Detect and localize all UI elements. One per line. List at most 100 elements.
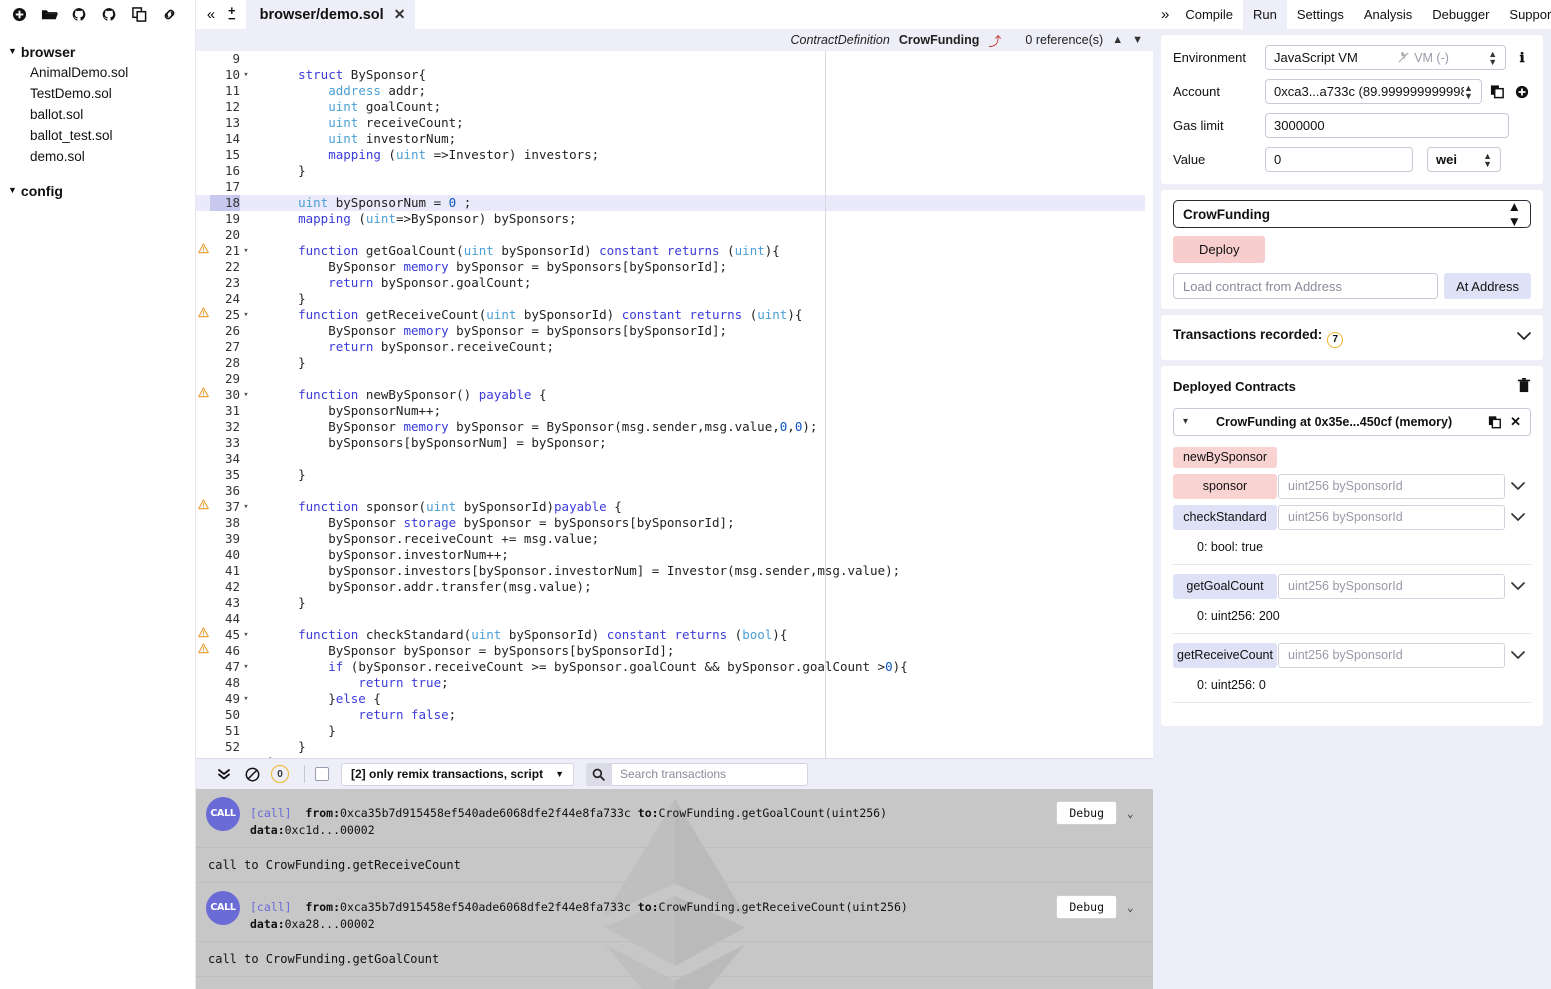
close-instance-icon[interactable]: ✕ bbox=[1510, 414, 1521, 430]
expand-params-icon[interactable] bbox=[1505, 574, 1531, 599]
function-input-checkStandard[interactable]: uint256 bySponsorId bbox=[1278, 504, 1505, 530]
tab-settings[interactable]: Settings bbox=[1287, 0, 1354, 29]
code-line[interactable]: 27 return bySponsor.receiveCount; bbox=[196, 339, 1153, 355]
function-button-getReceiveCount[interactable]: getReceiveCount bbox=[1173, 642, 1277, 668]
fold-toggle-icon[interactable]: ▾ bbox=[240, 243, 252, 259]
code-line[interactable]: 19 mapping (uint=>BySponsor) bySponsors; bbox=[196, 211, 1153, 227]
share-link-icon[interactable] bbox=[156, 4, 182, 24]
terminal-clear-icon[interactable] bbox=[238, 762, 266, 786]
debug-button[interactable]: Debug bbox=[1056, 895, 1117, 919]
code-line[interactable]: 12 uint goalCount; bbox=[196, 99, 1153, 115]
tree-folder-browser[interactable]: ▼ browser bbox=[8, 42, 195, 62]
code-line[interactable]: 25 ▾ function getReceiveCount(uint bySpon… bbox=[196, 307, 1153, 323]
tree-file-demo.sol[interactable]: demo.sol bbox=[8, 146, 195, 167]
contract-select[interactable]: CrowFunding ▲ ▼ bbox=[1173, 199, 1531, 229]
tree-file-AnimalDemo.sol[interactable]: AnimalDemo.sol bbox=[8, 62, 195, 83]
code-line[interactable]: 17 bbox=[196, 179, 1153, 195]
terminal-search[interactable]: Search transactions bbox=[585, 762, 808, 786]
code-editor[interactable]: 9 10 ▾ struct BySponsor{11 address addr; 1… bbox=[196, 51, 1153, 759]
copy-files-icon[interactable] bbox=[126, 4, 152, 24]
code-line[interactable]: 26 BySponsor memory bySponsor = bySponso… bbox=[196, 323, 1153, 339]
stepper-icon[interactable]: ▲ ▼ bbox=[1483, 151, 1492, 168]
expand-params-icon[interactable] bbox=[1505, 474, 1531, 499]
github-gist-icon[interactable] bbox=[96, 4, 122, 24]
tab-compile[interactable]: Compile bbox=[1175, 0, 1243, 29]
terminal-collapse-icon[interactable] bbox=[210, 762, 238, 786]
copy-instance-address-icon[interactable] bbox=[1488, 415, 1502, 429]
terminal-call-entry[interactable]: CALL [call] from:0xca35b7d915458ef540ade6… bbox=[196, 789, 1153, 848]
tab-analysis[interactable]: Analysis bbox=[1354, 0, 1422, 29]
account-select[interactable]: 0xca3...a733c (89.999999999998168… ▲▼ bbox=[1265, 79, 1482, 104]
copy-account-icon[interactable] bbox=[1489, 82, 1507, 102]
stepper-icon[interactable]: ▲ ▼ bbox=[1464, 83, 1473, 100]
terminal-call-entry[interactable]: CALL [call] from:0xca35b7d915458ef540ade6… bbox=[196, 883, 1153, 942]
function-button-checkStandard[interactable]: checkStandard bbox=[1173, 504, 1277, 530]
create-account-icon[interactable] bbox=[1513, 82, 1531, 102]
code-line[interactable]: 47 ▾ if (bySponsor.receiveCount >= bySpon… bbox=[196, 659, 1153, 675]
code-line[interactable]: 28 } bbox=[196, 355, 1153, 371]
more-tabs-icon[interactable]: » bbox=[1153, 0, 1175, 29]
stepper-icon[interactable]: ▲ ▼ bbox=[1508, 199, 1521, 229]
environment-info-icon[interactable]: ℹ bbox=[1513, 48, 1531, 68]
code-line[interactable]: 53} bbox=[196, 755, 1153, 758]
at-address-button[interactable]: At Address bbox=[1444, 273, 1531, 299]
code-line[interactable]: 40 bySponsor.investorNum++; bbox=[196, 547, 1153, 563]
code-line[interactable]: 35 } bbox=[196, 467, 1153, 483]
code-line[interactable]: 51 } bbox=[196, 723, 1153, 739]
collapse-panel-icon[interactable]: « bbox=[202, 6, 220, 23]
code-line[interactable]: 16 } bbox=[196, 163, 1153, 179]
tree-file-TestDemo.sol[interactable]: TestDemo.sol bbox=[8, 83, 195, 104]
code-line[interactable]: 33 bySponsors[bySponsorNum] = bySponsor; bbox=[196, 435, 1153, 451]
code-line[interactable]: 50 return false; bbox=[196, 707, 1153, 723]
code-line[interactable]: 20 bbox=[196, 227, 1153, 243]
function-input-getReceiveCount[interactable]: uint256 bySponsorId bbox=[1278, 642, 1505, 668]
function-button-sponsor[interactable]: sponsor bbox=[1173, 473, 1277, 499]
code-line[interactable]: 36 bbox=[196, 483, 1153, 499]
expand-transactions-icon[interactable] bbox=[1517, 330, 1531, 344]
tab-support[interactable]: Support bbox=[1499, 0, 1551, 29]
load-address-input[interactable]: Load contract from Address bbox=[1173, 273, 1439, 299]
environment-select[interactable]: JavaScript VM VM (-) ▲ ▼ bbox=[1265, 45, 1507, 70]
gas-limit-input[interactable]: 3000000 bbox=[1265, 113, 1509, 138]
search-input[interactable]: Search transactions bbox=[611, 762, 808, 786]
code-line[interactable]: 39 bySponsor.receiveCount += msg.value; bbox=[196, 531, 1153, 547]
github-publish-icon[interactable] bbox=[66, 4, 92, 24]
expand-log-icon[interactable]: ⌄ bbox=[1127, 901, 1141, 914]
fold-toggle-icon[interactable]: ▾ bbox=[240, 627, 252, 643]
code-line[interactable]: 29 bbox=[196, 371, 1153, 387]
code-line[interactable]: 21 ▾ function getGoalCount(uint bySponsor… bbox=[196, 243, 1153, 259]
function-button-newBySponsor[interactable]: newBySponsor bbox=[1173, 446, 1277, 468]
editor-scrollbar[interactable] bbox=[1145, 51, 1153, 758]
expand-params-icon[interactable] bbox=[1505, 643, 1531, 668]
code-line[interactable]: 43 } bbox=[196, 595, 1153, 611]
code-line[interactable]: 13 uint receiveCount; bbox=[196, 115, 1153, 131]
code-line[interactable]: 23 return bySponsor.goalCount; bbox=[196, 275, 1153, 291]
terminal-filter-checkbox[interactable] bbox=[315, 767, 329, 781]
terminal-log-list[interactable]: CALL [call] from:0xca35b7d915458ef540ade6… bbox=[196, 789, 1153, 977]
expand-log-icon[interactable]: ⌄ bbox=[1127, 807, 1141, 820]
code-line[interactable]: 22 BySponsor memory bySponsor = bySponso… bbox=[196, 259, 1153, 275]
code-line[interactable]: 44 bbox=[196, 611, 1153, 627]
terminal-output[interactable]: CALL [call] from:0xca35b7d915458ef540ade6… bbox=[196, 789, 1153, 989]
clear-instances-icon[interactable] bbox=[1517, 377, 1531, 396]
code-line[interactable]: 34 bbox=[196, 451, 1153, 467]
terminal-filter-select[interactable]: [2] only remix transactions, script ▼ bbox=[341, 762, 574, 786]
transactions-recorded-card[interactable]: Transactions recorded: 7 bbox=[1161, 315, 1543, 360]
function-input-getGoalCount[interactable]: uint256 bySponsorId bbox=[1278, 573, 1505, 599]
new-file-icon[interactable] bbox=[6, 4, 32, 24]
close-tab-icon[interactable]: ✕ bbox=[394, 6, 406, 23]
code-line[interactable]: 45 ▾ function checkStandard(uint bySponso… bbox=[196, 627, 1153, 643]
fold-toggle-icon[interactable]: ▾ bbox=[240, 307, 252, 323]
code-line[interactable]: 41 bySponsor.investors[bySponsor.investo… bbox=[196, 563, 1153, 579]
stepper-icon[interactable]: ▲ ▼ bbox=[1488, 49, 1497, 66]
function-input-sponsor[interactable]: uint256 bySponsorId bbox=[1278, 473, 1505, 499]
code-line[interactable]: 42 bySponsor.addr.transfer(msg.value); bbox=[196, 579, 1153, 595]
code-lines[interactable]: 9 10 ▾ struct BySponsor{11 address addr; 1… bbox=[196, 51, 1153, 758]
expand-params-icon[interactable] bbox=[1505, 505, 1531, 530]
editor-zoom-controls[interactable]: + − bbox=[228, 4, 236, 25]
code-line[interactable]: 46 BySponsor bySponsor = bySponsors[bySp… bbox=[196, 643, 1153, 659]
value-input[interactable]: 0 bbox=[1265, 147, 1413, 172]
code-line[interactable]: 32 BySponsor memory bySponsor = BySponso… bbox=[196, 419, 1153, 435]
code-line[interactable]: 30 ▾ function newBySponsor() payable { bbox=[196, 387, 1153, 403]
debug-button[interactable]: Debug bbox=[1056, 801, 1117, 825]
